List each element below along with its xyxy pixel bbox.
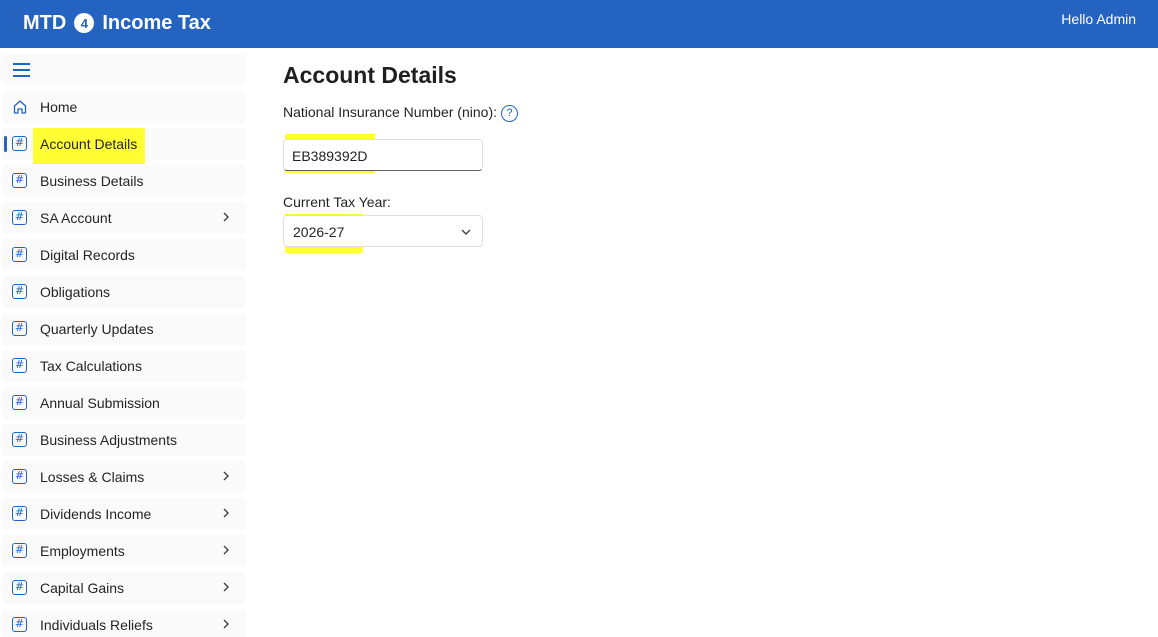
sidebar-item-label: Digital Records [40,247,135,263]
hash-icon: # [12,358,27,373]
sidebar-item-label: Obligations [40,284,111,300]
sidebar-item-label: Business Details [40,173,144,189]
hash-icon: # [12,432,27,447]
help-icon[interactable]: ? [501,105,518,122]
app-brand[interactable]: MTD 4 Income Tax [23,11,211,35]
nino-label: National Insurance Number (nino): [283,104,497,120]
sidebar-item-label: Dividends Income [40,506,152,522]
sidebar: Home # Account Details # Business Details # SA… [0,48,248,637]
sidebar-item-label: Individuals Reliefs [40,617,153,633]
nino-input[interactable] [292,146,477,166]
hash-icon: # [12,210,27,225]
sidebar-item-label: Business Adjustments [40,432,177,448]
chevron-right-icon [223,619,229,629]
sidebar-item-dividends-income[interactable]: # Dividends Income [2,498,246,530]
hash-icon: # [12,284,27,299]
sidebar-item-label: Annual Submission [40,395,160,411]
sidebar-item-label: Tax Calculations [40,358,142,374]
sidebar-item-label: SA Account [40,210,112,226]
hamburger-icon-line [13,75,30,77]
tax-year-value: 2026-27 [293,224,345,240]
hash-icon: # [12,247,27,262]
brand-number-badge: 4 [74,13,95,33]
sidebar-item-annual-submission[interactable]: # Annual Submission [2,387,246,419]
brand-suffix: Income Tax [102,11,211,34]
hash-icon: # [12,173,27,188]
sidebar-item-label: Losses & Claims [40,469,145,485]
sidebar-item-capital-gains[interactable]: # Capital Gains [2,572,246,604]
hash-icon: # [12,321,27,336]
main-content: Account Details National Insurance Numbe… [248,48,1158,637]
hash-icon: # [12,136,27,151]
chevron-right-icon [223,212,229,222]
user-greeting[interactable]: Hello Admin [1061,11,1136,27]
sidebar-item-label: Capital Gains [40,580,125,596]
sidebar-item-sa-account[interactable]: # SA Account [2,202,246,234]
nino-field-box[interactable] [283,139,483,171]
chevron-down-icon [461,229,471,235]
sidebar-item-obligations[interactable]: # Obligations [2,276,246,308]
hamburger-icon [13,63,30,65]
sidebar-item-individuals-reliefs[interactable]: # Individuals Reliefs [2,609,246,637]
chevron-right-icon [223,582,229,592]
tax-year-label: Current Tax Year: [283,194,391,210]
sidebar-item-digital-records[interactable]: # Digital Records [2,239,246,271]
sidebar-item-business-details[interactable]: # Business Details [2,165,246,197]
active-indicator [4,136,7,152]
sidebar-item-home[interactable]: Home [2,91,246,123]
chevron-right-icon [223,471,229,481]
hash-icon: # [12,580,27,595]
hash-icon: # [12,543,27,558]
hamburger-icon-line [13,69,30,71]
hash-icon: # [12,506,27,521]
hash-icon: # [12,395,27,410]
home-icon [13,100,27,114]
brand-prefix: MTD [23,11,67,34]
sidebar-item-employments[interactable]: # Employments [2,535,246,567]
sidebar-item-losses-claims[interactable]: # Losses & Claims [2,461,246,493]
page-title: Account Details [283,62,457,88]
menu-toggle-button[interactable] [2,54,246,85]
sidebar-item-account-details[interactable]: # Account Details [2,128,246,164]
chevron-right-icon [223,508,229,518]
sidebar-item-label: Account Details [40,136,138,152]
sidebar-item-label: Employments [40,543,125,559]
sidebar-item-label: Home [40,99,78,115]
sidebar-item-tax-calculations[interactable]: # Tax Calculations [2,350,246,382]
sidebar-item-business-adjustments[interactable]: # Business Adjustments [2,424,246,456]
sidebar-item-label: Quarterly Updates [40,321,154,337]
hash-icon: # [12,617,27,632]
sidebar-item-quarterly-updates[interactable]: # Quarterly Updates [2,313,246,345]
top-bar: MTD 4 Income Tax Hello Admin [0,0,1158,48]
chevron-right-icon [223,545,229,555]
hash-icon: # [12,469,27,484]
